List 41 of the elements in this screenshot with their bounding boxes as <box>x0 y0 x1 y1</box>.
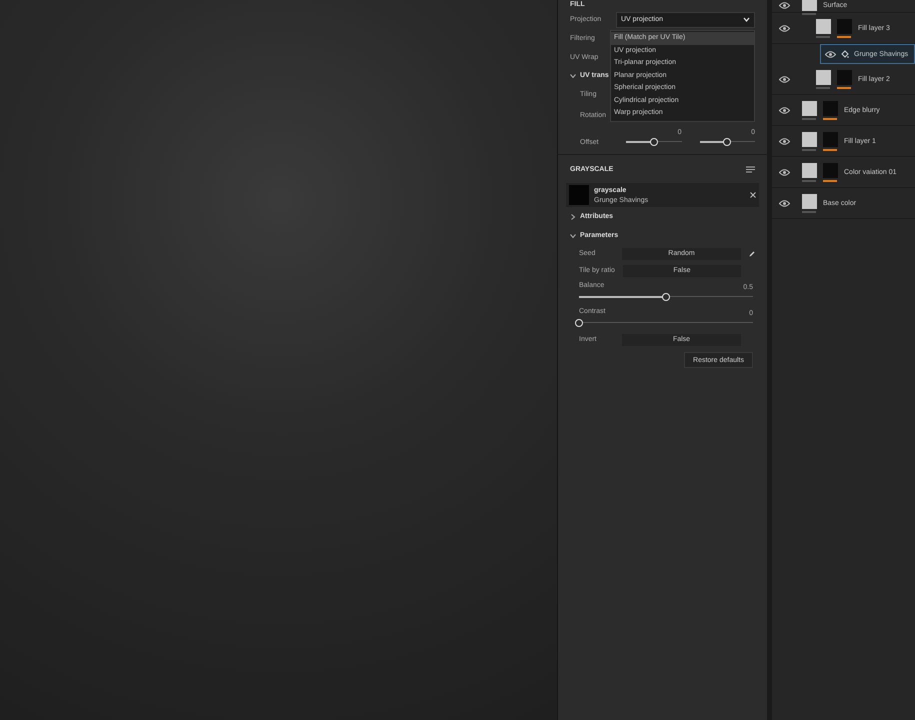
chevron-down-icon[interactable] <box>570 74 576 78</box>
slider-handle[interactable] <box>575 318 583 326</box>
slider-handle[interactable] <box>723 138 732 146</box>
eye-icon[interactable] <box>779 24 790 32</box>
slider-handle[interactable] <box>650 138 658 146</box>
mask-thumbnail <box>823 162 838 178</box>
mask-indicator <box>823 118 837 120</box>
layer-thumbnail <box>802 100 817 116</box>
eye-icon[interactable] <box>779 76 790 82</box>
mask-indicator <box>837 36 851 38</box>
mask-thumbnail <box>823 132 838 146</box>
slider[interactable] <box>626 138 682 146</box>
slider[interactable] <box>700 138 755 146</box>
close-icon[interactable] <box>750 192 756 198</box>
eye-icon[interactable] <box>779 2 790 8</box>
eye-icon[interactable] <box>779 138 790 144</box>
chevron-right-icon[interactable] <box>570 214 576 220</box>
eye-icon[interactable] <box>779 168 790 176</box>
mask-indicator <box>823 148 837 150</box>
eye-icon[interactable] <box>779 200 790 206</box>
resource-thumbnail <box>569 185 589 205</box>
slider[interactable] <box>579 292 753 300</box>
stack-icon[interactable] <box>746 166 755 174</box>
layer-thumbnail <box>802 162 817 178</box>
pencil-icon[interactable] <box>749 250 755 256</box>
layer-thumbnail <box>802 194 817 208</box>
eye-icon[interactable] <box>825 50 836 58</box>
chevron-down-icon[interactable] <box>570 232 576 238</box>
eye-icon[interactable] <box>779 106 790 114</box>
mask-thumbnail <box>823 100 838 116</box>
slider-handle[interactable] <box>662 292 670 300</box>
chevron-down-icon <box>743 17 750 22</box>
layer-thumbnail <box>816 70 831 84</box>
mask-thumbnail <box>837 70 852 84</box>
layer-thumbnail <box>802 132 817 146</box>
layer-thumbnail <box>802 0 817 10</box>
paint-bucket-icon <box>841 50 849 58</box>
layer-thumbnail <box>816 18 831 34</box>
mask-indicator <box>823 180 837 182</box>
mask-thumbnail <box>837 18 852 34</box>
mask-indicator <box>837 86 851 88</box>
